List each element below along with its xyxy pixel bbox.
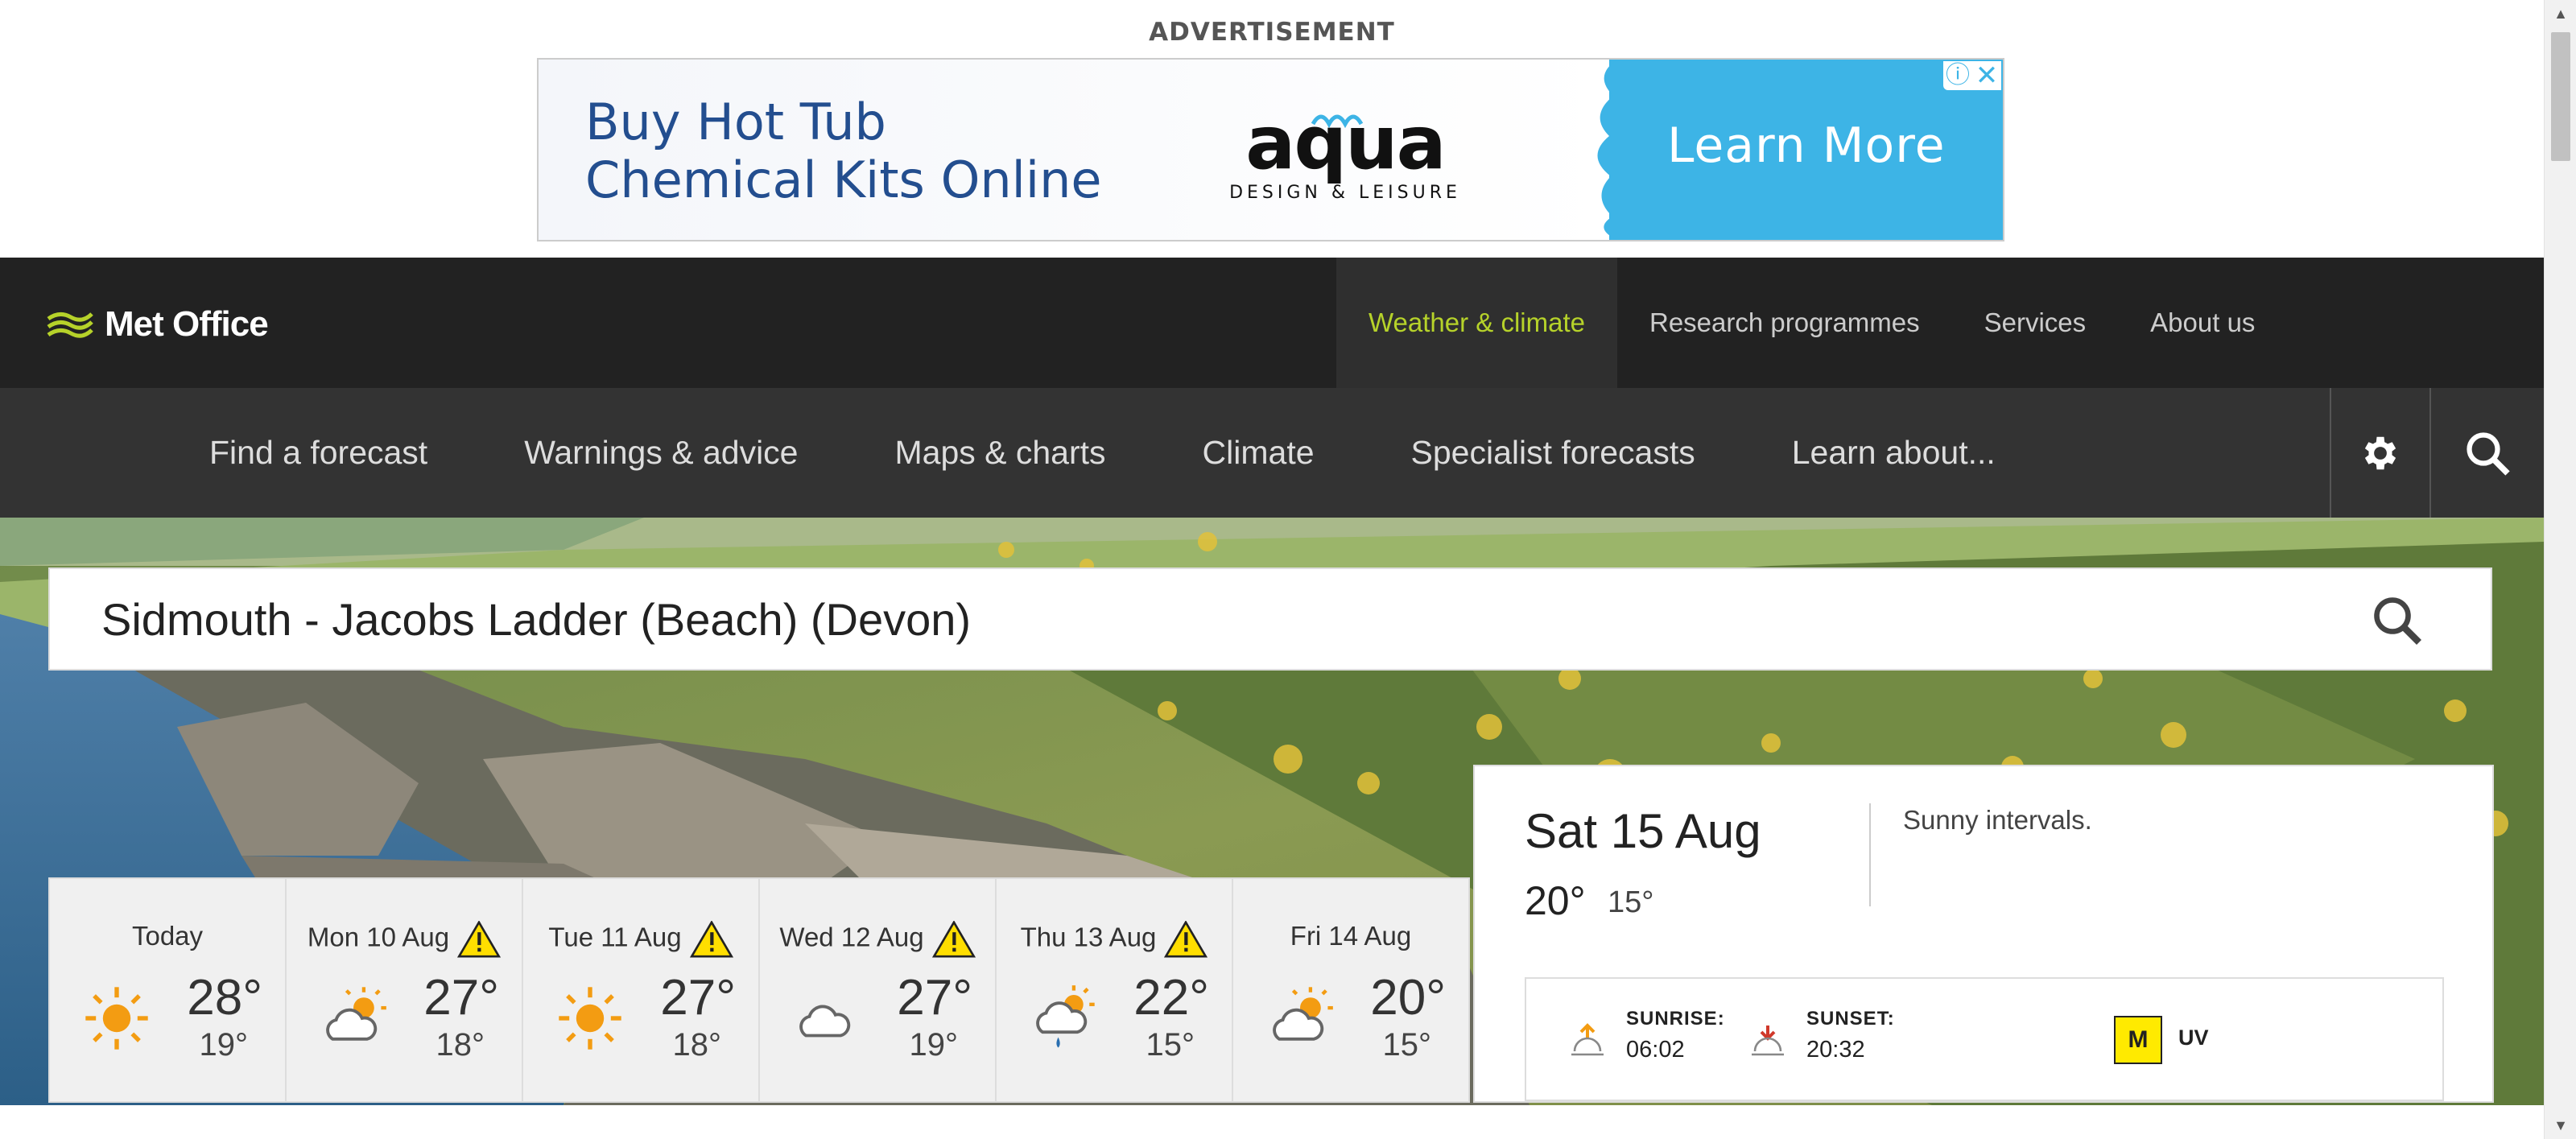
day-tab-today[interactable]: Today 28° 19°: [48, 877, 287, 1103]
top-nav-weather-climate[interactable]: Weather & climate: [1336, 258, 1617, 388]
sunny-intervals-icon: [326, 987, 386, 1041]
day-high-temp: 27°: [423, 970, 499, 1026]
day-label: Fri 14 Aug: [1290, 921, 1412, 951]
sun-icon: [559, 987, 621, 1050]
forecast-day-tabs: Today 28° 19° Mon 10 Aug 27° 18° Tue 11 …: [48, 877, 1470, 1103]
advert-text: Buy Hot Tub Chemical Kits Online: [585, 93, 1102, 209]
light-shower-icon: [1036, 985, 1095, 1048]
detail-summary: Sunny intervals.: [1903, 805, 2092, 835]
day-high-temp: 27°: [897, 970, 972, 1026]
day-tab-fri[interactable]: Fri 14 Aug 20° 15°: [1232, 877, 1470, 1103]
search-icon[interactable]: [2368, 592, 2426, 650]
logo-text: Met Office: [105, 304, 269, 344]
day-low-temp: 15°: [1146, 1027, 1195, 1063]
met-office-logo[interactable]: Met Office: [47, 304, 269, 345]
day-label: Tue 11 Aug: [523, 921, 758, 958]
sunrise-label: SUNRISE:: [1626, 1008, 1725, 1030]
detail-high-temp: 20°: [1525, 878, 1586, 923]
sub-nav-find-forecast[interactable]: Find a forecast: [161, 388, 476, 518]
sun-icon: [85, 987, 148, 1050]
warning-icon[interactable]: [457, 921, 502, 958]
advert-cta-label: Learn More: [1667, 118, 1946, 174]
day-detail-panel: Sat 15 Aug 20° 15° Sunny intervals. SUNR…: [1473, 765, 2494, 1103]
day-low-temp: 18°: [672, 1027, 722, 1063]
aqua-logo-wordmark: aqua: [1245, 108, 1445, 186]
day-high-temp: 28°: [187, 970, 262, 1026]
sunrise-time: 06:02: [1626, 1037, 1685, 1063]
uv-badge[interactable]: M: [2114, 1016, 2162, 1064]
sunrise-block: SUNRISE: 06:02: [1626, 1008, 1725, 1063]
ad-close-icon[interactable]: ✕: [1972, 61, 2001, 90]
scroll-down-icon[interactable]: ▼: [2545, 1112, 2576, 1139]
day-label: Thu 13 Aug: [997, 921, 1232, 958]
sunset-icon: [1752, 1026, 1784, 1056]
aqua-logo: aqua DESIGN & LEISURE: [1229, 108, 1461, 203]
location-search-bar[interactable]: Sidmouth - Jacobs Ladder (Beach) (Devon): [48, 567, 2492, 671]
scrollbar-thumb[interactable]: [2551, 32, 2570, 161]
location-search-input[interactable]: Sidmouth - Jacobs Ladder (Beach) (Devon): [101, 593, 971, 646]
detail-divider: [1869, 803, 1871, 906]
top-nav-research-programmes[interactable]: Research programmes: [1617, 258, 1952, 388]
warning-icon[interactable]: [689, 921, 733, 958]
search-icon: [2467, 431, 2510, 476]
advert-banner[interactable]: Buy Hot Tub Chemical Kits Online aqua DE…: [537, 58, 2004, 241]
page-below-fold: [0, 1105, 2544, 1139]
day-label: Mon 10 Aug: [287, 921, 522, 958]
top-header: Met Office Weather & climate Research pr…: [0, 258, 2544, 388]
sub-nav-specialist-forecasts[interactable]: Specialist forecasts: [1363, 388, 1744, 518]
sub-nav-maps-charts[interactable]: Maps & charts: [846, 388, 1154, 518]
top-nav-about-us[interactable]: About us: [2118, 258, 2287, 388]
advert-wave-edge: [1597, 60, 1641, 240]
detail-date: Sat 15 Aug: [1525, 804, 1761, 858]
day-high-temp: 22°: [1133, 970, 1209, 1026]
day-low-temp: 19°: [199, 1027, 249, 1063]
gear-icon: [2364, 436, 2396, 469]
sunset-block: SUNSET: 20:32: [1806, 1008, 1895, 1063]
day-high-temp: 20°: [1370, 970, 1446, 1026]
day-label: Wed 12 Aug: [760, 921, 995, 958]
sunset-label: SUNSET:: [1806, 1008, 1895, 1030]
sun-uv-strip: SUNRISE: 06:02 SUNSET: 20:32 M UV: [1525, 977, 2444, 1101]
sub-nav-warnings-advice[interactable]: Warnings & advice: [476, 388, 846, 518]
aqua-logo-tagline: DESIGN & LEISURE: [1229, 183, 1461, 203]
settings-button[interactable]: [2330, 388, 2429, 518]
sub-nav-climate[interactable]: Climate: [1154, 388, 1363, 518]
header-search-button[interactable]: [2429, 388, 2544, 518]
advert-text-line1: Buy Hot Tub: [585, 93, 886, 151]
detail-low-temp: 15°: [1608, 885, 1654, 919]
sub-header: Find a forecast Warnings & advice Maps &…: [0, 388, 2544, 518]
met-office-waves-icon: [47, 312, 93, 338]
day-low-temp: 19°: [909, 1027, 959, 1063]
advert-text-line2: Chemical Kits Online: [585, 151, 1102, 209]
sub-nav-learn-about[interactable]: Learn about...: [1744, 388, 2044, 518]
ad-info-icon[interactable]: ⓘ: [1943, 61, 1972, 90]
top-nav-services[interactable]: Services: [1952, 258, 2119, 388]
sunny-intervals-icon: [1273, 987, 1333, 1041]
day-low-temp: 15°: [1382, 1027, 1432, 1063]
sub-nav: Find a forecast Warnings & advice Maps &…: [161, 388, 2044, 518]
day-tab-thu[interactable]: Thu 13 Aug 22° 15°: [995, 877, 1233, 1103]
top-nav: Weather & climate Research programmes Se…: [1336, 258, 2287, 388]
day-tab-mon[interactable]: Mon 10 Aug 27° 18°: [285, 877, 523, 1103]
day-tab-wed[interactable]: Wed 12 Aug 27° 19°: [758, 877, 997, 1103]
advert-left-panel: Buy Hot Tub Chemical Kits Online aqua DE…: [539, 60, 1609, 240]
scrollbar[interactable]: ▲ ▼: [2544, 0, 2576, 1139]
cloud-icon: [799, 1005, 851, 1038]
day-high-temp: 27°: [660, 970, 736, 1026]
warning-icon[interactable]: [931, 921, 976, 958]
scroll-up-icon[interactable]: ▲: [2545, 0, 2576, 27]
uv-label: UV: [2178, 1026, 2209, 1050]
day-label: Today: [131, 921, 204, 951]
advert-label: ADVERTISEMENT: [1149, 18, 1395, 47]
day-tab-tue[interactable]: Tue 11 Aug 27° 18°: [522, 877, 760, 1103]
sunrise-icon: [1571, 1023, 1604, 1056]
warning-icon[interactable]: [1164, 921, 1208, 958]
day-low-temp: 18°: [436, 1027, 485, 1063]
sunset-time: 20:32: [1806, 1037, 1865, 1063]
